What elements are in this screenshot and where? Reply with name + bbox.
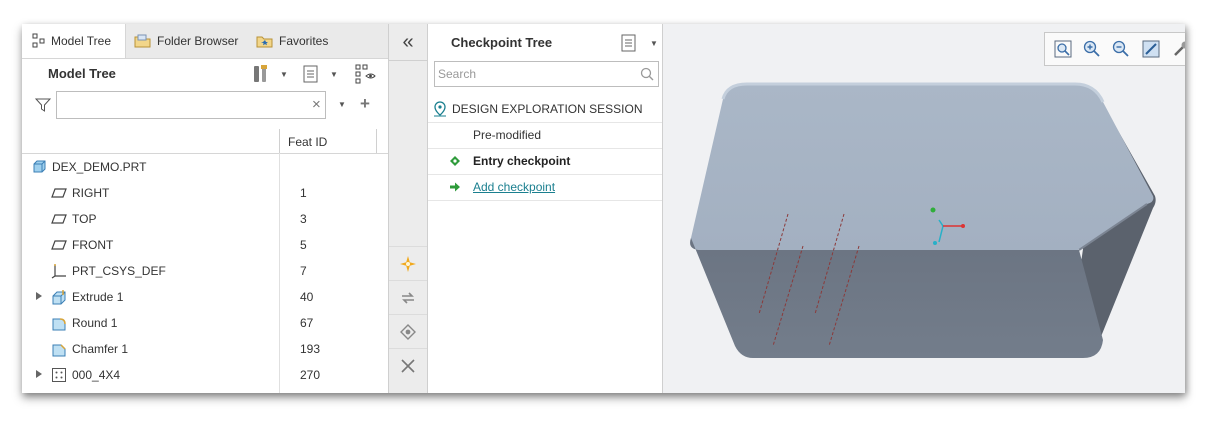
chamfer-icon <box>52 344 66 357</box>
tab-folder-browser[interactable]: Folder Browser <box>134 24 238 58</box>
tree-row-label: FRONT <box>72 238 114 252</box>
list-icon[interactable] <box>620 33 638 53</box>
side-strip: « <box>389 24 428 393</box>
model-tree-icon <box>32 33 45 48</box>
app-window: Model Tree Folder Browser Favorites Mode… <box>22 24 1185 393</box>
favorites-icon <box>256 36 273 48</box>
tools-icon <box>254 65 267 82</box>
entry-checkpoint-icon <box>450 156 460 166</box>
chevron-down-icon[interactable]: ▼ <box>338 100 346 109</box>
model-tree-title: Model Tree <box>48 66 116 81</box>
tree-row-extrude-1[interactable]: Extrude 1 40 <box>22 284 388 310</box>
tree-row-id: 40 <box>300 290 314 304</box>
tree-row-id: 67 <box>300 316 314 330</box>
tree-row-front[interactable]: FRONT 5 <box>22 232 388 258</box>
part-icon <box>33 160 46 173</box>
session-label: DESIGN EXPLORATION SESSION <box>452 102 643 116</box>
checkpoint-panel: Checkpoint Tree ▼ DESIGN EXPLORATION SES… <box>428 24 663 393</box>
model-tree-filter-input[interactable] <box>56 91 326 119</box>
clear-icon[interactable]: × <box>312 96 321 113</box>
datum-plane-icon <box>51 214 67 224</box>
tree-row-right[interactable]: RIGHT 1 <box>22 180 388 206</box>
checkpoint-tree-title: Checkpoint Tree <box>451 35 553 50</box>
tree-row-id: 1 <box>300 186 307 200</box>
tree-row-id: 7 <box>300 264 307 278</box>
tree-row-id: 193 <box>300 342 321 356</box>
tree-row-000-4x4[interactable]: 000_4X4 270 <box>22 362 388 388</box>
tree-filter-button[interactable] <box>354 64 376 84</box>
tree-column-header: Feat ID <box>22 129 388 154</box>
tab-label: Model Tree <box>51 34 112 48</box>
sparkle-button[interactable] <box>389 246 427 281</box>
checkpoint-label: Pre-modified <box>473 128 542 142</box>
tree-row-prt-csys-def[interactable]: PRT_CSYS_DEF 7 <box>22 258 388 284</box>
add-checkpoint-row[interactable]: Add checkpoint <box>428 174 662 201</box>
folder-browser-icon <box>134 34 151 48</box>
pattern-icon <box>52 368 66 382</box>
tab-label: Folder Browser <box>157 34 239 48</box>
filter-icon <box>35 98 51 112</box>
tree-filter-icon <box>355 64 376 84</box>
tree-row-id: 5 <box>300 238 307 252</box>
close-icon <box>401 359 415 373</box>
sparkle-icon <box>400 256 416 272</box>
chevron-down-icon[interactable]: ▼ <box>650 39 658 48</box>
tree-row-label: DEX_DEMO.PRT <box>52 160 147 174</box>
checkpoint-row-entry[interactable]: Entry checkpoint <box>428 148 662 175</box>
add-checkpoint-link[interactable]: Add checkpoint <box>473 180 555 194</box>
extrude-icon <box>52 290 66 305</box>
tree-row-label: Extrude 1 <box>72 290 124 304</box>
tab-favorites[interactable]: Favorites <box>256 24 328 58</box>
tree-row-chamfer-1[interactable]: Chamfer 1 193 <box>22 336 388 362</box>
chevron-down-icon: ▼ <box>330 69 338 79</box>
datum-plane-icon <box>51 188 67 198</box>
navigator-tabs: Model Tree Folder Browser Favorites <box>22 24 388 59</box>
round-icon <box>52 318 66 331</box>
search-icon[interactable] <box>640 67 654 81</box>
chevron-down-icon: ▼ <box>280 69 288 79</box>
arrow-right-icon <box>450 182 460 192</box>
add-filter-icon[interactable]: + <box>360 94 370 114</box>
tree-row-id: 270 <box>300 368 321 382</box>
tab-label: Favorites <box>279 34 329 48</box>
column-feat-id[interactable]: Feat ID <box>288 135 327 149</box>
show-menu-button[interactable]: ▼ <box>302 64 338 84</box>
csys-icon <box>51 264 66 279</box>
datum-plane-icon <box>51 240 67 250</box>
tab-model-tree[interactable]: Model Tree <box>22 24 126 58</box>
checkpoint-row-pre-modified[interactable]: Pre-modified <box>428 122 662 149</box>
session-row[interactable]: DESIGN EXPLORATION SESSION <box>428 96 662 123</box>
checkpoint-search-input[interactable] <box>434 61 659 87</box>
tree-row-label: TOP <box>72 212 97 226</box>
swap-icon <box>402 292 414 304</box>
list-icon <box>303 65 318 83</box>
part-model-view[interactable] <box>663 24 1185 393</box>
location-pin-icon <box>434 101 446 117</box>
navigator-panel: Model Tree Folder Browser Favorites Mode… <box>22 24 389 393</box>
swap-button[interactable] <box>389 280 427 315</box>
tree-row-id: 3 <box>300 212 307 226</box>
expand-icon[interactable] <box>36 370 42 378</box>
close-button[interactable] <box>389 348 427 383</box>
tree-row-dex-demo[interactable]: DEX_DEMO.PRT <box>22 154 388 180</box>
tree-row-top[interactable]: TOP 3 <box>22 206 388 232</box>
target-icon <box>400 324 416 340</box>
collapse-panel-button[interactable]: « <box>389 24 427 61</box>
tree-row-label: PRT_CSYS_DEF <box>72 264 166 278</box>
tree-row-label: RIGHT <box>72 186 110 200</box>
tree-row-label: Chamfer 1 <box>72 342 129 356</box>
settings-tools-button[interactable]: ▼ <box>252 64 288 84</box>
graphics-viewport[interactable] <box>663 24 1185 393</box>
tree-row-label: Round 1 <box>72 316 118 330</box>
expand-icon[interactable] <box>36 292 42 300</box>
target-button[interactable] <box>389 314 427 349</box>
tree-row-label: 000_4X4 <box>72 368 121 382</box>
checkpoint-label: Entry checkpoint <box>473 154 571 168</box>
tree-row-round-1[interactable]: Round 1 67 <box>22 310 388 336</box>
